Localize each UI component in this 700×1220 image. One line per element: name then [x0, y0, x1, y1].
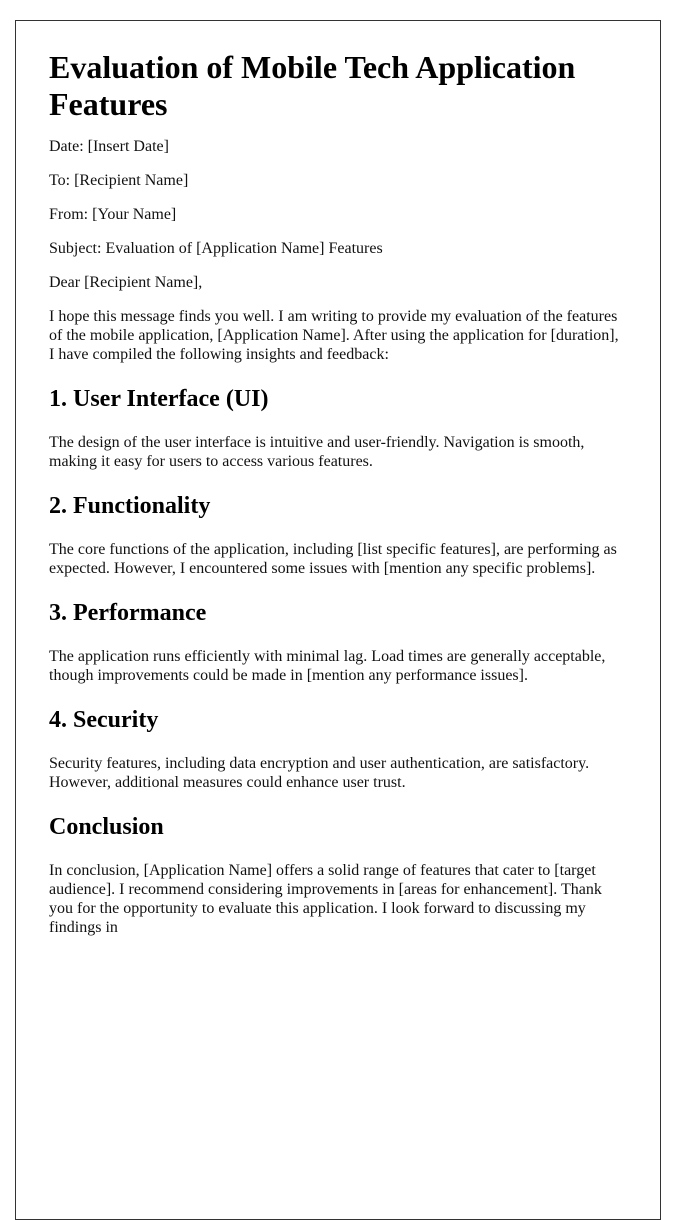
- section-user-interface: 1. User Interface (UI) The design of the…: [49, 385, 627, 471]
- section-heading: 3. Performance: [49, 600, 207, 626]
- section-heading: Conclusion: [49, 814, 164, 840]
- subject-line: Subject: Evaluation of [Application Name…: [49, 240, 383, 257]
- section-body: The design of the user interface is intu…: [49, 434, 585, 470]
- letter-container: Evaluation of Mobile Tech Application Fe…: [15, 20, 661, 1220]
- intro-paragraph: I hope this message finds you well. I am…: [49, 308, 619, 363]
- section-heading: 4. Security: [49, 707, 159, 733]
- date-line: Date: [Insert Date]: [49, 138, 169, 155]
- section-body: In conclusion, [Application Name] offers…: [49, 862, 602, 936]
- section-conclusion: Conclusion In conclusion, [Application N…: [49, 813, 627, 937]
- section-functionality: 2. Functionality The core functions of t…: [49, 492, 627, 578]
- section-body: Security features, including data encryp…: [49, 755, 590, 791]
- document-title: Evaluation of Mobile Tech Application Fe…: [49, 49, 576, 122]
- from-line: From: [Your Name]: [49, 206, 177, 223]
- section-heading: 1. User Interface (UI): [49, 386, 269, 412]
- section-body: The core functions of the application, i…: [49, 541, 617, 577]
- section-security: 4. Security Security features, including…: [49, 706, 627, 792]
- salutation: Dear [Recipient Name],: [49, 274, 203, 291]
- section-heading: 2. Functionality: [49, 493, 211, 519]
- section-body: The application runs efficiently with mi…: [49, 648, 606, 684]
- to-line: To: [Recipient Name]: [49, 172, 189, 189]
- section-performance: 3. Performance The application runs effi…: [49, 599, 627, 685]
